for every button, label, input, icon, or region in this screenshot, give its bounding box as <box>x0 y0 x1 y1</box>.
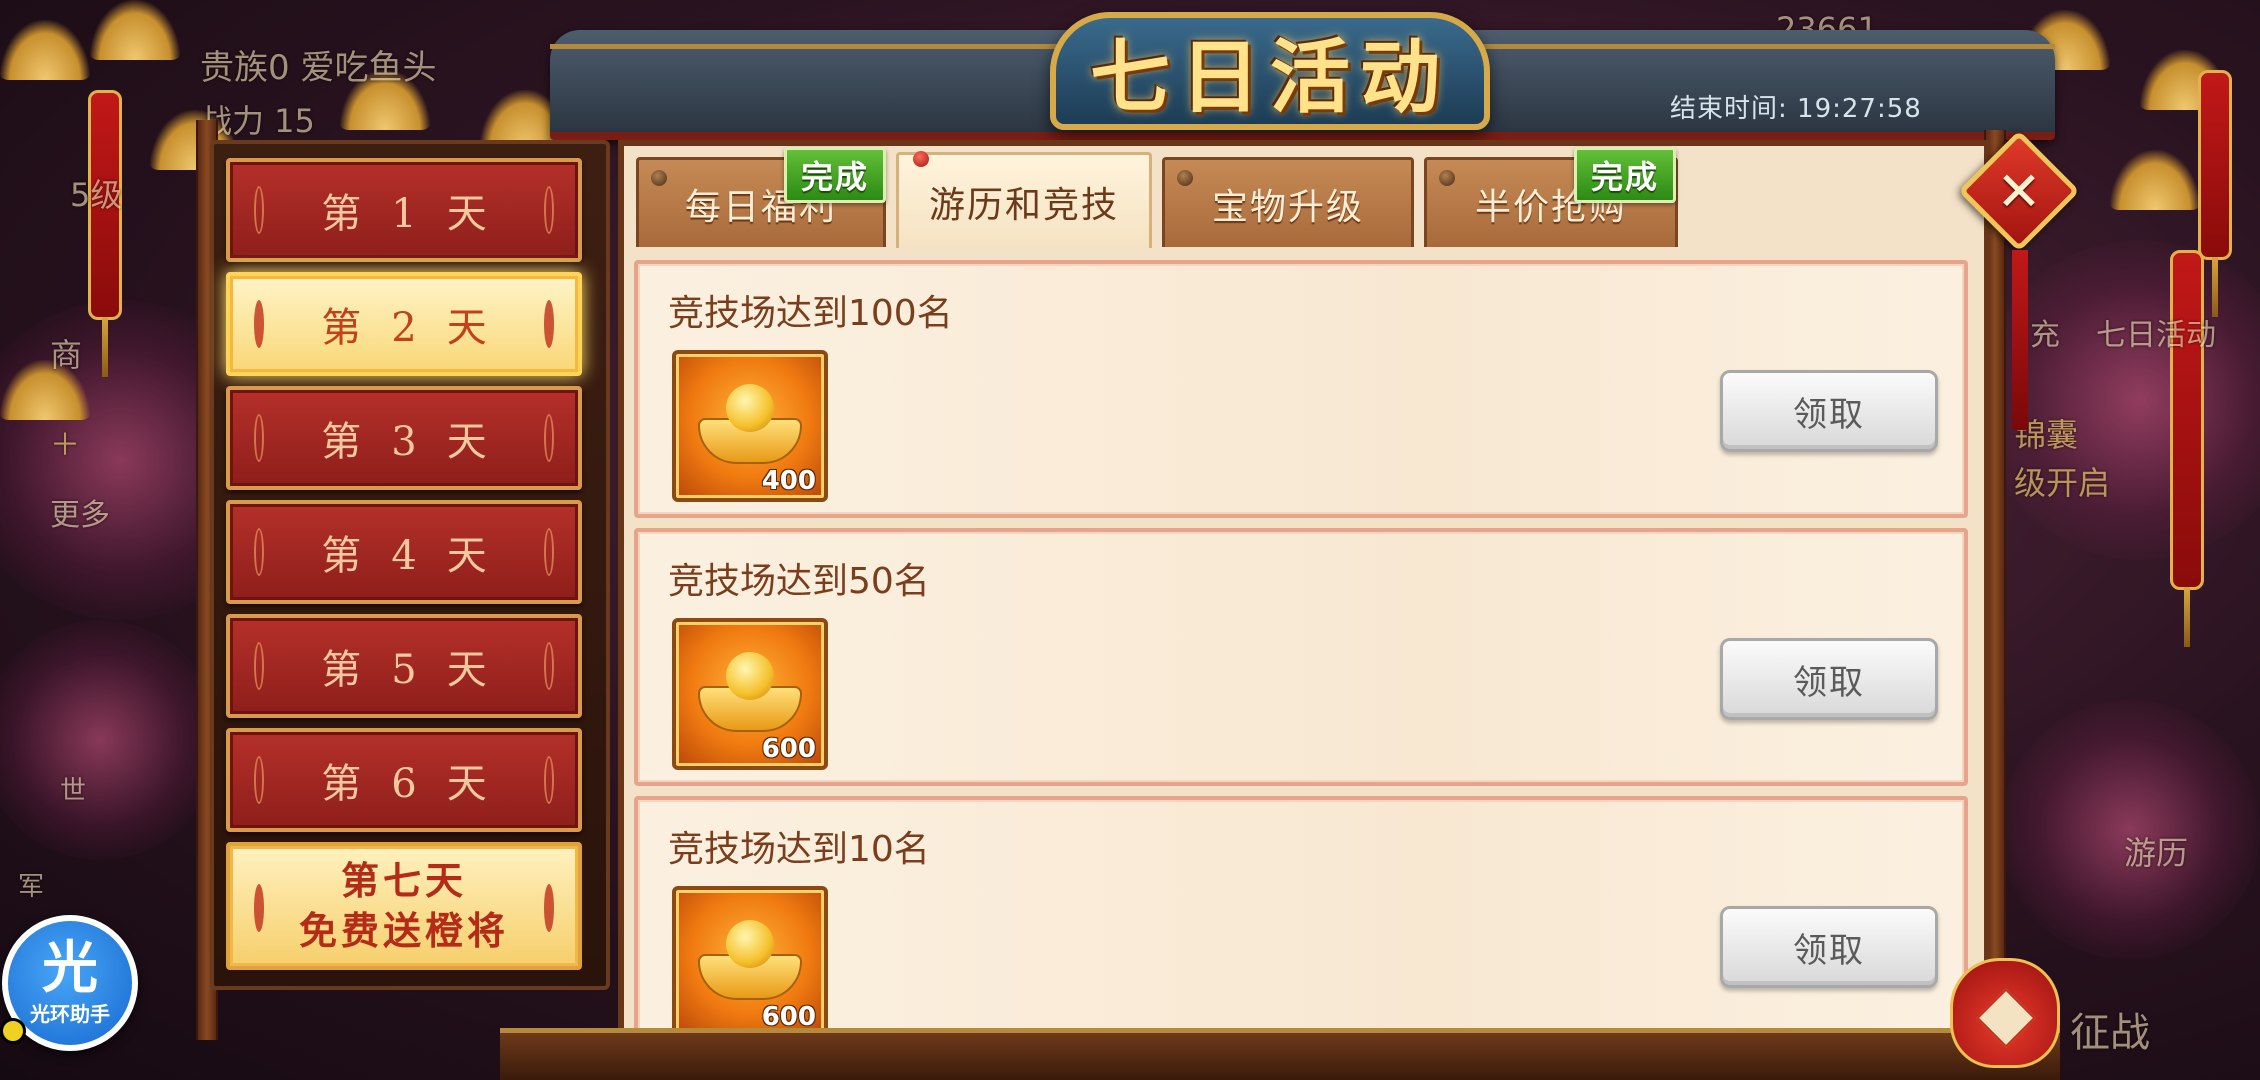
reward-amount: 600 <box>761 734 816 764</box>
bg-level: 5级 <box>70 176 123 214</box>
ginkgo-leaf-decoration <box>2110 150 2200 210</box>
day-7-reward: 免费送橙将 <box>298 908 509 953</box>
task-row: 竞技场达到100名 400 领取 <box>634 260 1968 518</box>
helper-glyph: 光 <box>42 935 98 1001</box>
bg-player-name: 贵族0 爱吃鱼头 <box>200 48 437 88</box>
day-7-button[interactable]: 第七天 免费送橙将 <box>226 842 582 970</box>
scroll-ornament <box>544 884 554 932</box>
bg-campaign: 征战 <box>2070 1010 2150 1056</box>
day-1-button[interactable]: 第1天 <box>226 158 582 262</box>
scroll-ornament <box>254 414 264 462</box>
scroll-ornament <box>544 300 554 348</box>
task-list[interactable]: 竞技场达到100名 400 领取 竞技场达到50名 600 领取 竞技场达到10… <box>634 258 1974 1032</box>
blossom-decoration <box>0 620 220 860</box>
day-label: 第3天 <box>321 419 517 465</box>
day-label: 第4天 <box>321 533 517 579</box>
scroll-ornament <box>254 642 264 690</box>
bg-travel: 游历 <box>2124 834 2189 872</box>
day-label: 第2天 <box>321 305 517 351</box>
day-3-button[interactable]: 第3天 <box>226 386 582 490</box>
gold-ingot-reward[interactable]: 600 <box>672 886 828 1032</box>
day-label: 第6天 <box>321 761 517 807</box>
bg-shop: 商 <box>50 336 83 374</box>
lucky-bag-icon[interactable] <box>1950 958 2060 1068</box>
claim-button[interactable]: 领取 <box>1720 906 1938 988</box>
claim-button[interactable]: 领取 <box>1720 638 1938 720</box>
task-title: 竞技场达到50名 <box>668 561 930 602</box>
claim-button[interactable]: 领取 <box>1720 370 1938 452</box>
bg-chat-army: 军 <box>18 872 45 902</box>
gold-ingot-icon <box>698 920 802 1000</box>
day-label: 第1天 <box>321 191 517 237</box>
scroll-ornament <box>254 884 264 932</box>
scroll-ornament <box>544 414 554 462</box>
title-plaque: 七日活动 <box>1050 12 1490 130</box>
scroll-ornament <box>544 756 554 804</box>
bg-right-item-2: 七日活动 <box>2096 318 2216 353</box>
bg-more: 更多 <box>50 498 110 533</box>
helper-label: 光环助手 <box>30 1001 110 1026</box>
scroll-ornament <box>254 300 264 348</box>
panel-base <box>500 1028 2060 1080</box>
day-2-button[interactable]: 第2天 <box>226 272 582 376</box>
gold-ingot-icon <box>698 384 802 464</box>
helper-dot-icon <box>0 1018 26 1044</box>
pin-icon <box>913 151 929 167</box>
scroll-ornament <box>254 186 264 234</box>
tab-label: 游历和竞技 <box>928 184 1119 226</box>
scroll-ornament <box>544 186 554 234</box>
bg-plus-icon: ＋ <box>50 428 80 463</box>
task-row: 竞技场达到10名 600 领取 <box>634 796 1968 1032</box>
gold-ingot-reward[interactable]: 600 <box>672 618 828 770</box>
tab-travel-arena[interactable]: 游历和竞技 <box>896 151 1152 248</box>
tassel-decoration <box>2012 250 2028 430</box>
reward-amount: 400 <box>761 466 816 496</box>
ginkgo-leaf-decoration <box>0 20 90 80</box>
day-4-button[interactable]: 第4天 <box>226 500 582 604</box>
bg-banner-2: 级开启 <box>2014 464 2111 502</box>
done-badge: 完成 <box>1574 147 1676 203</box>
scroll-ornament <box>254 528 264 576</box>
ginkgo-leaf-decoration <box>90 0 180 60</box>
scroll-ornament <box>544 528 554 576</box>
bg-chat-world: 世 <box>60 776 87 806</box>
day-7-title: 第七天 <box>340 858 467 903</box>
day-5-button[interactable]: 第5天 <box>226 614 582 718</box>
scroll-ornament <box>544 642 554 690</box>
gold-ingot-reward[interactable]: 400 <box>672 350 828 502</box>
done-badge: 完成 <box>784 147 886 203</box>
tab-label: 宝物升级 <box>1211 186 1364 228</box>
tab-treasure-upgrade[interactable]: 宝物升级 <box>1162 157 1414 247</box>
scroll-ornament <box>254 756 264 804</box>
day-6-button[interactable]: 第6天 <box>226 728 582 832</box>
pin-icon <box>651 170 667 186</box>
pin-icon <box>1439 170 1455 186</box>
task-title: 竞技场达到100名 <box>668 293 953 334</box>
lantern-decoration <box>2170 250 2204 647</box>
lantern-decoration <box>2198 70 2232 317</box>
close-icon: ✕ <box>1996 159 2042 223</box>
day-label: 第5天 <box>321 647 517 693</box>
bg-right-item-1: 充 <box>2030 318 2060 353</box>
pin-icon <box>1177 170 1193 186</box>
gold-ingot-icon <box>698 652 802 732</box>
task-title: 竞技场达到10名 <box>668 829 930 870</box>
task-row: 竞技场达到50名 600 领取 <box>634 528 1968 786</box>
end-time-countdown: 结束时间: 19:27:58 <box>1670 94 1922 124</box>
panel-title: 七日活动 <box>1090 30 1450 124</box>
